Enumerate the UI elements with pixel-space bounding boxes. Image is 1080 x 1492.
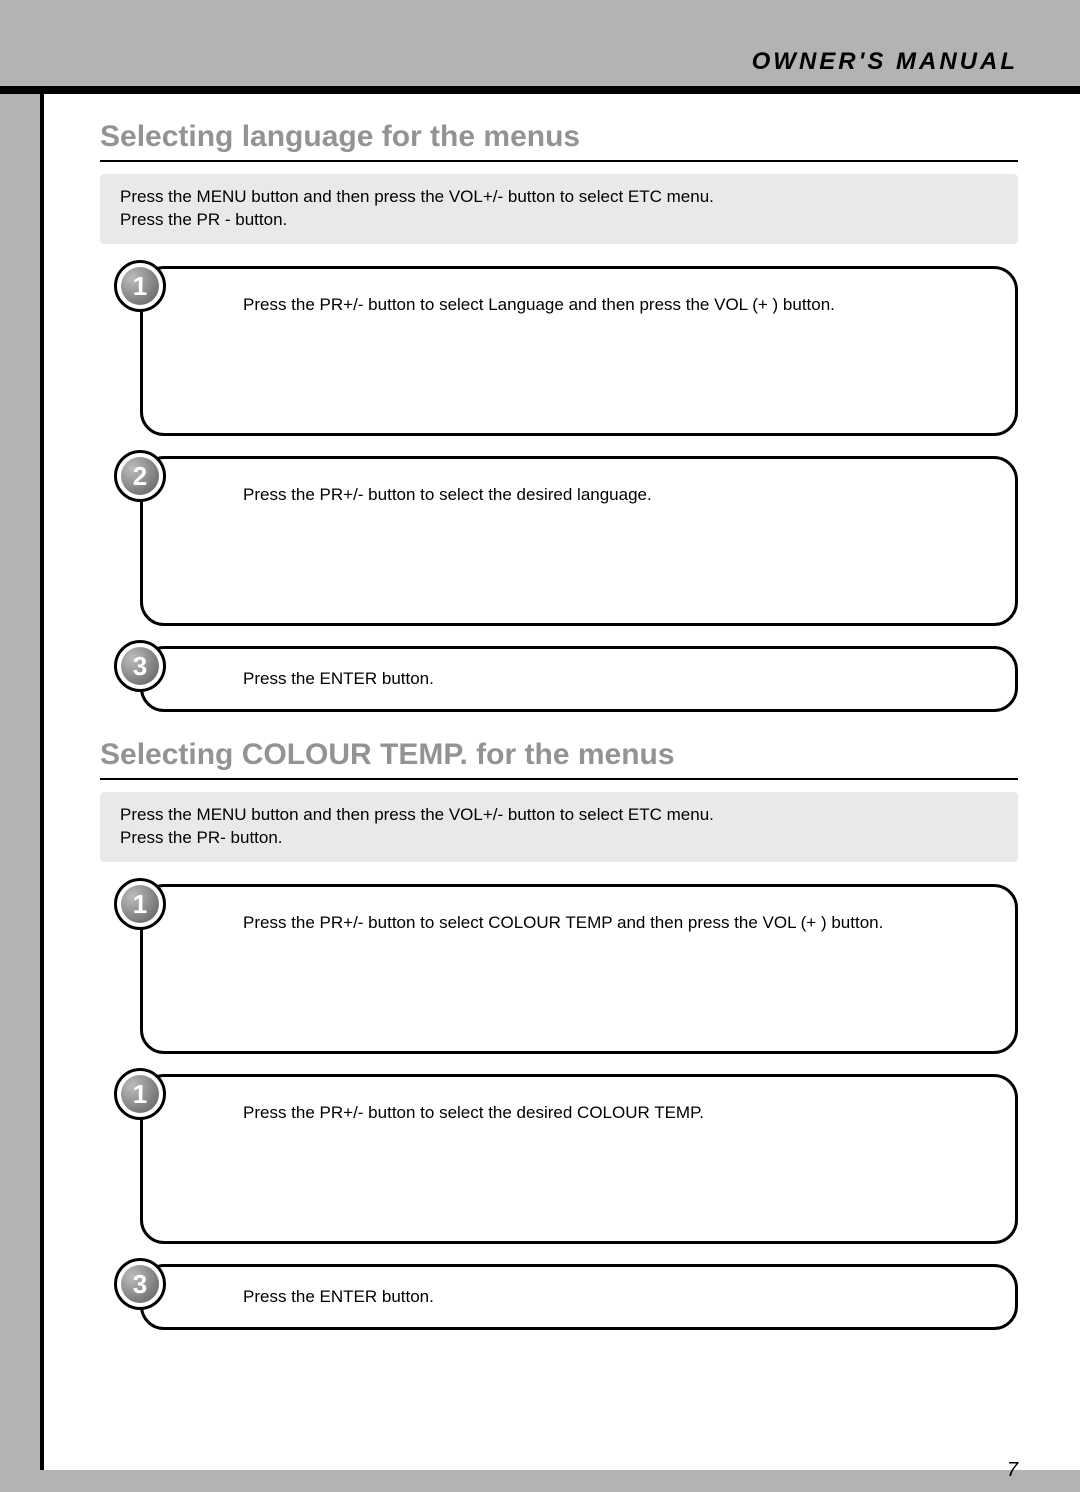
step-badge: 1 — [114, 260, 166, 312]
intro-box: Press the MENU button and then press the… — [100, 792, 1018, 862]
intro-line: Press the MENU button and then press the… — [120, 186, 998, 209]
step-text: Press the PR+/- button to select COLOUR … — [243, 913, 883, 932]
page-number: 7 — [1007, 1459, 1018, 1482]
intro-box: Press the MENU button and then press the… — [100, 174, 1018, 244]
step-box: Press the PR+/- button to select the des… — [140, 456, 1018, 626]
step: Press the PR+/- button to select the des… — [100, 456, 1018, 626]
step-text: Press the ENTER button. — [243, 1287, 434, 1306]
header-band: OWNER'S MANUAL — [0, 0, 1080, 86]
step: Press the PR+/- button to select Languag… — [100, 266, 1018, 436]
step: Press the PR+/- button to select the des… — [100, 1074, 1018, 1244]
step-text: Press the PR+/- button to select Languag… — [243, 295, 835, 314]
step-box: Press the PR+/- button to select the des… — [140, 1074, 1018, 1244]
intro-line: Press the MENU button and then press the… — [120, 804, 998, 827]
step-badge: 3 — [114, 640, 166, 692]
bottom-strip — [0, 1470, 1080, 1492]
section-title: Selecting language for the menus — [100, 120, 1018, 162]
step-number: 2 — [133, 463, 147, 489]
step: Press the ENTER button. 3 — [100, 1264, 1018, 1330]
step-text: Press the PR+/- button to select the des… — [243, 485, 652, 504]
header-rule — [0, 86, 1080, 94]
step: Press the ENTER button. 3 — [100, 646, 1018, 712]
step-number: 3 — [133, 1271, 147, 1297]
step-text: Press the ENTER button. — [243, 669, 434, 688]
step-number: 3 — [133, 653, 147, 679]
manual-label: OWNER'S MANUAL — [752, 48, 1018, 76]
step-text: Press the PR+/- button to select the des… — [243, 1103, 704, 1122]
section-title: Selecting COLOUR TEMP. for the menus — [100, 738, 1018, 780]
step-badge: 2 — [114, 450, 166, 502]
step: Press the PR+/- button to select COLOUR … — [100, 884, 1018, 1054]
step-number: 1 — [133, 273, 147, 299]
page-content: Selecting language for the menus Press t… — [100, 120, 1018, 1350]
step-box: Press the ENTER button. — [140, 1264, 1018, 1330]
step-badge: 1 — [114, 878, 166, 930]
step-box: Press the PR+/- button to select COLOUR … — [140, 884, 1018, 1054]
step-number: 1 — [133, 891, 147, 917]
left-margin-strip — [0, 94, 40, 1492]
intro-line: Press the PR - button. — [120, 209, 998, 232]
step-badge: 3 — [114, 1258, 166, 1310]
left-margin-rule — [40, 94, 44, 1492]
step-box: Press the PR+/- button to select Languag… — [140, 266, 1018, 436]
intro-line: Press the PR- button. — [120, 827, 998, 850]
step-number: 1 — [133, 1081, 147, 1107]
step-badge: 1 — [114, 1068, 166, 1120]
step-box: Press the ENTER button. — [140, 646, 1018, 712]
